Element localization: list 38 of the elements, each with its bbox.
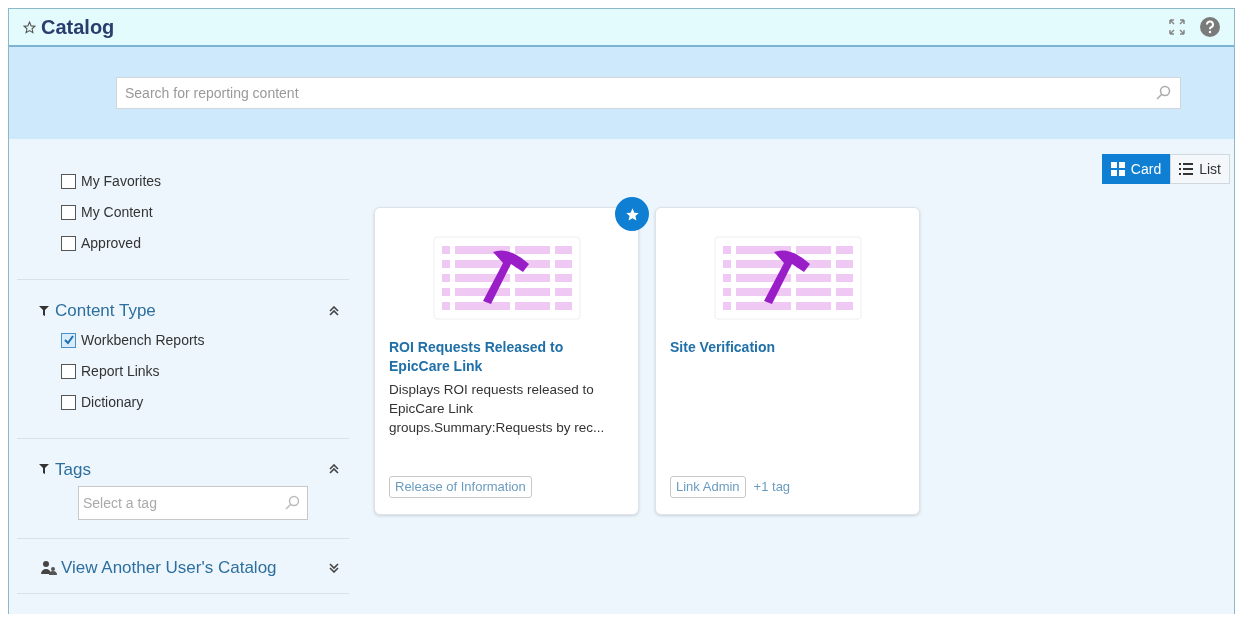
search-field[interactable]: Search for reporting content [116, 77, 1181, 109]
checkbox-label[interactable]: Report Links [81, 360, 160, 382]
report-thumbnail-icon [713, 236, 862, 320]
checkbox[interactable] [61, 394, 76, 410]
section-heading: Content Type [55, 300, 156, 322]
checkbox[interactable] [61, 205, 76, 220]
checkbox[interactable] [61, 236, 76, 251]
view-tab[interactable]: Card [1101, 154, 1171, 184]
card-title[interactable]: ROI Requests Released to EpicCare Link [389, 338, 624, 376]
grid-icon [1110, 162, 1125, 176]
checkbox-label[interactable]: My Favorites [81, 171, 162, 192]
card-title[interactable]: Site Verification [670, 338, 905, 357]
card-description: Displays ROI requests released to EpicCare Link groups.Summary:Requests by rec... [389, 381, 606, 437]
window-title: Catalog [41, 15, 115, 40]
filter-icon [39, 305, 49, 316]
report-card[interactable]: Site Verification Link Admin +1 tag [655, 207, 920, 515]
checkbox-label[interactable]: My Content [81, 202, 153, 223]
filter-icon [39, 464, 49, 475]
checkbox-label[interactable]: Workbench Reports [81, 329, 205, 351]
report-card[interactable]: ROI Requests Released to EpicCare Link Displays ROI requests released to EpicCare Link groups.Summary:Requests by rec... Release of Information [374, 207, 639, 515]
expand-icon[interactable] [1168, 18, 1186, 36]
section-heading[interactable]: View Another User's Catalog [61, 555, 277, 581]
view-tab[interactable]: List [1170, 154, 1230, 184]
star-icon[interactable] [23, 20, 36, 34]
list-icon [1179, 163, 1194, 175]
report-thumbnail-icon [432, 236, 581, 320]
expand-chevron-icon[interactable] [329, 562, 339, 573]
checkbox-label[interactable]: Dictionary [81, 391, 144, 413]
section-heading: Tags [55, 458, 91, 481]
checkbox-label[interactable]: Approved [81, 233, 141, 254]
users-icon [41, 560, 59, 575]
help-icon[interactable] [1200, 17, 1220, 37]
checkbox[interactable] [61, 174, 76, 189]
checkbox[interactable] [61, 363, 76, 379]
collapse-chevron-icon[interactable] [329, 464, 339, 475]
checkbox[interactable] [61, 332, 76, 348]
tag-search-field[interactable]: Select a tag [78, 486, 308, 520]
collapse-chevron-icon[interactable] [329, 305, 339, 316]
